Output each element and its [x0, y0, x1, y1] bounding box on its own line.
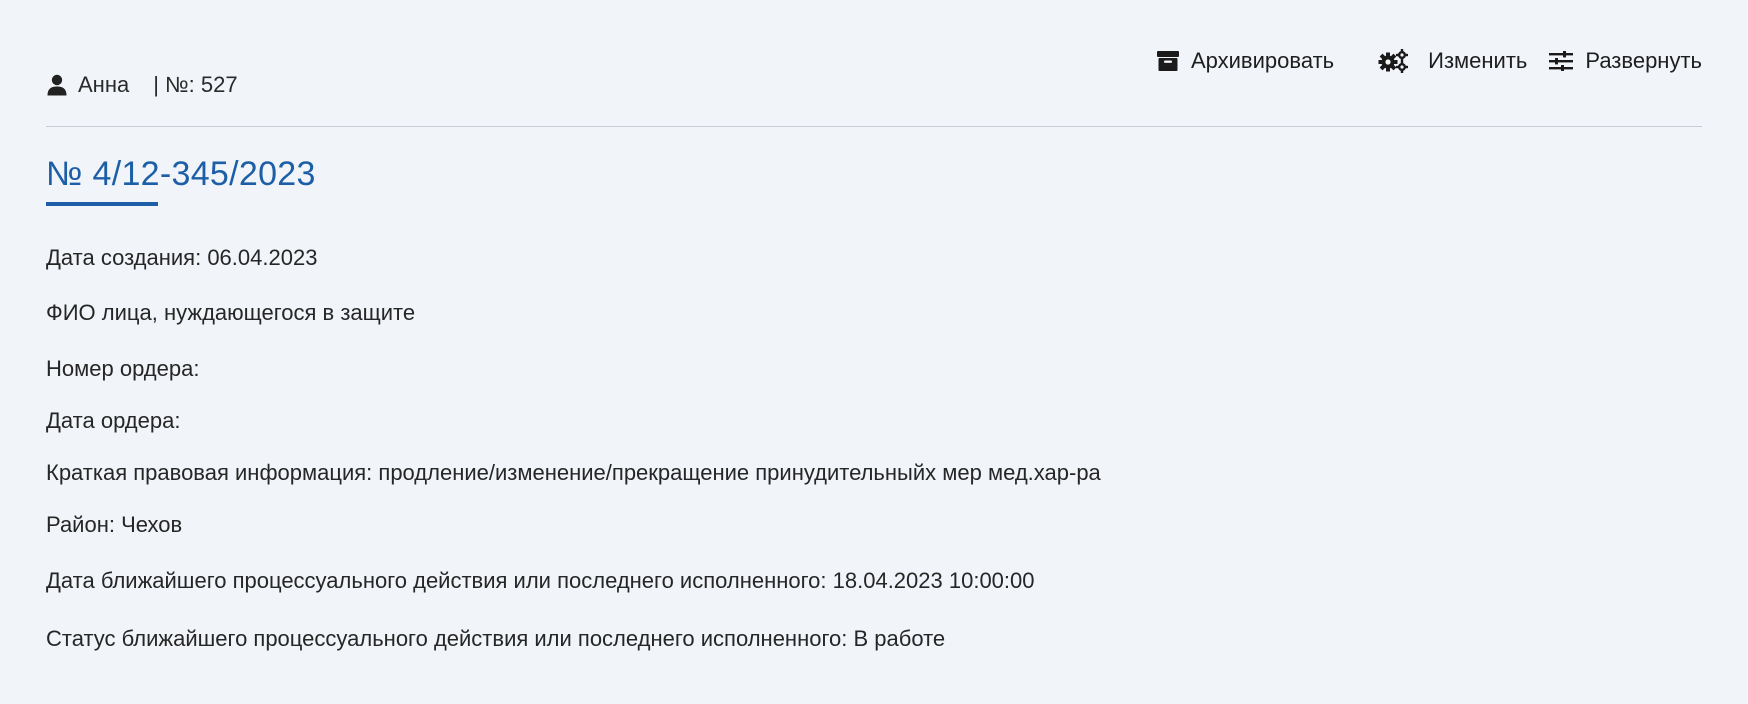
record-title[interactable]: № 4/12-345/2023 [46, 152, 316, 196]
card-actions: Архивировать Изменить Развернуть [1156, 48, 1702, 74]
expand-button[interactable]: Развернуть [1549, 48, 1702, 74]
field-district: Район: Чехов [46, 512, 183, 537]
edit-button-label: Изменить [1428, 48, 1528, 73]
user-info: Анна | №: 527 [46, 72, 240, 98]
archive-button[interactable]: Архивировать [1156, 48, 1335, 74]
case-card: Анна | №: 527 Архивировать Изменить Разв… [46, 0, 1702, 704]
user-number: | №: 527 [153, 72, 238, 97]
title-underline [46, 202, 158, 206]
card-header: Анна | №: 527 Архивировать Изменить Разв… [46, 38, 1702, 98]
field-order-date: Дата ордера: [46, 408, 181, 433]
record-title-block: № 4/12-345/2023 [46, 152, 316, 206]
archive-button-label: Архивировать [1190, 48, 1335, 73]
user-name: Анна [78, 72, 130, 97]
user-icon [46, 74, 68, 96]
field-created-date: Дата создания: 06.04.2023 [46, 245, 318, 270]
archive-box-icon [1156, 51, 1179, 71]
edit-button[interactable]: Изменить [1378, 48, 1527, 74]
header-divider [46, 126, 1702, 127]
field-next-action-status: Статус ближайшего процессуального действ… [46, 626, 946, 651]
field-order-number: Номер ордера: [46, 356, 200, 381]
field-protected-person: ФИО лица, нуждающегося в защите [46, 300, 416, 325]
field-legal-info: Краткая правовая информация: продление/и… [46, 460, 1101, 485]
field-next-action-date: Дата ближайшего процессуального действия… [46, 568, 1035, 593]
gears-icon [1378, 49, 1409, 73]
sliders-icon [1549, 51, 1574, 71]
expand-button-label: Развернуть [1585, 48, 1702, 73]
